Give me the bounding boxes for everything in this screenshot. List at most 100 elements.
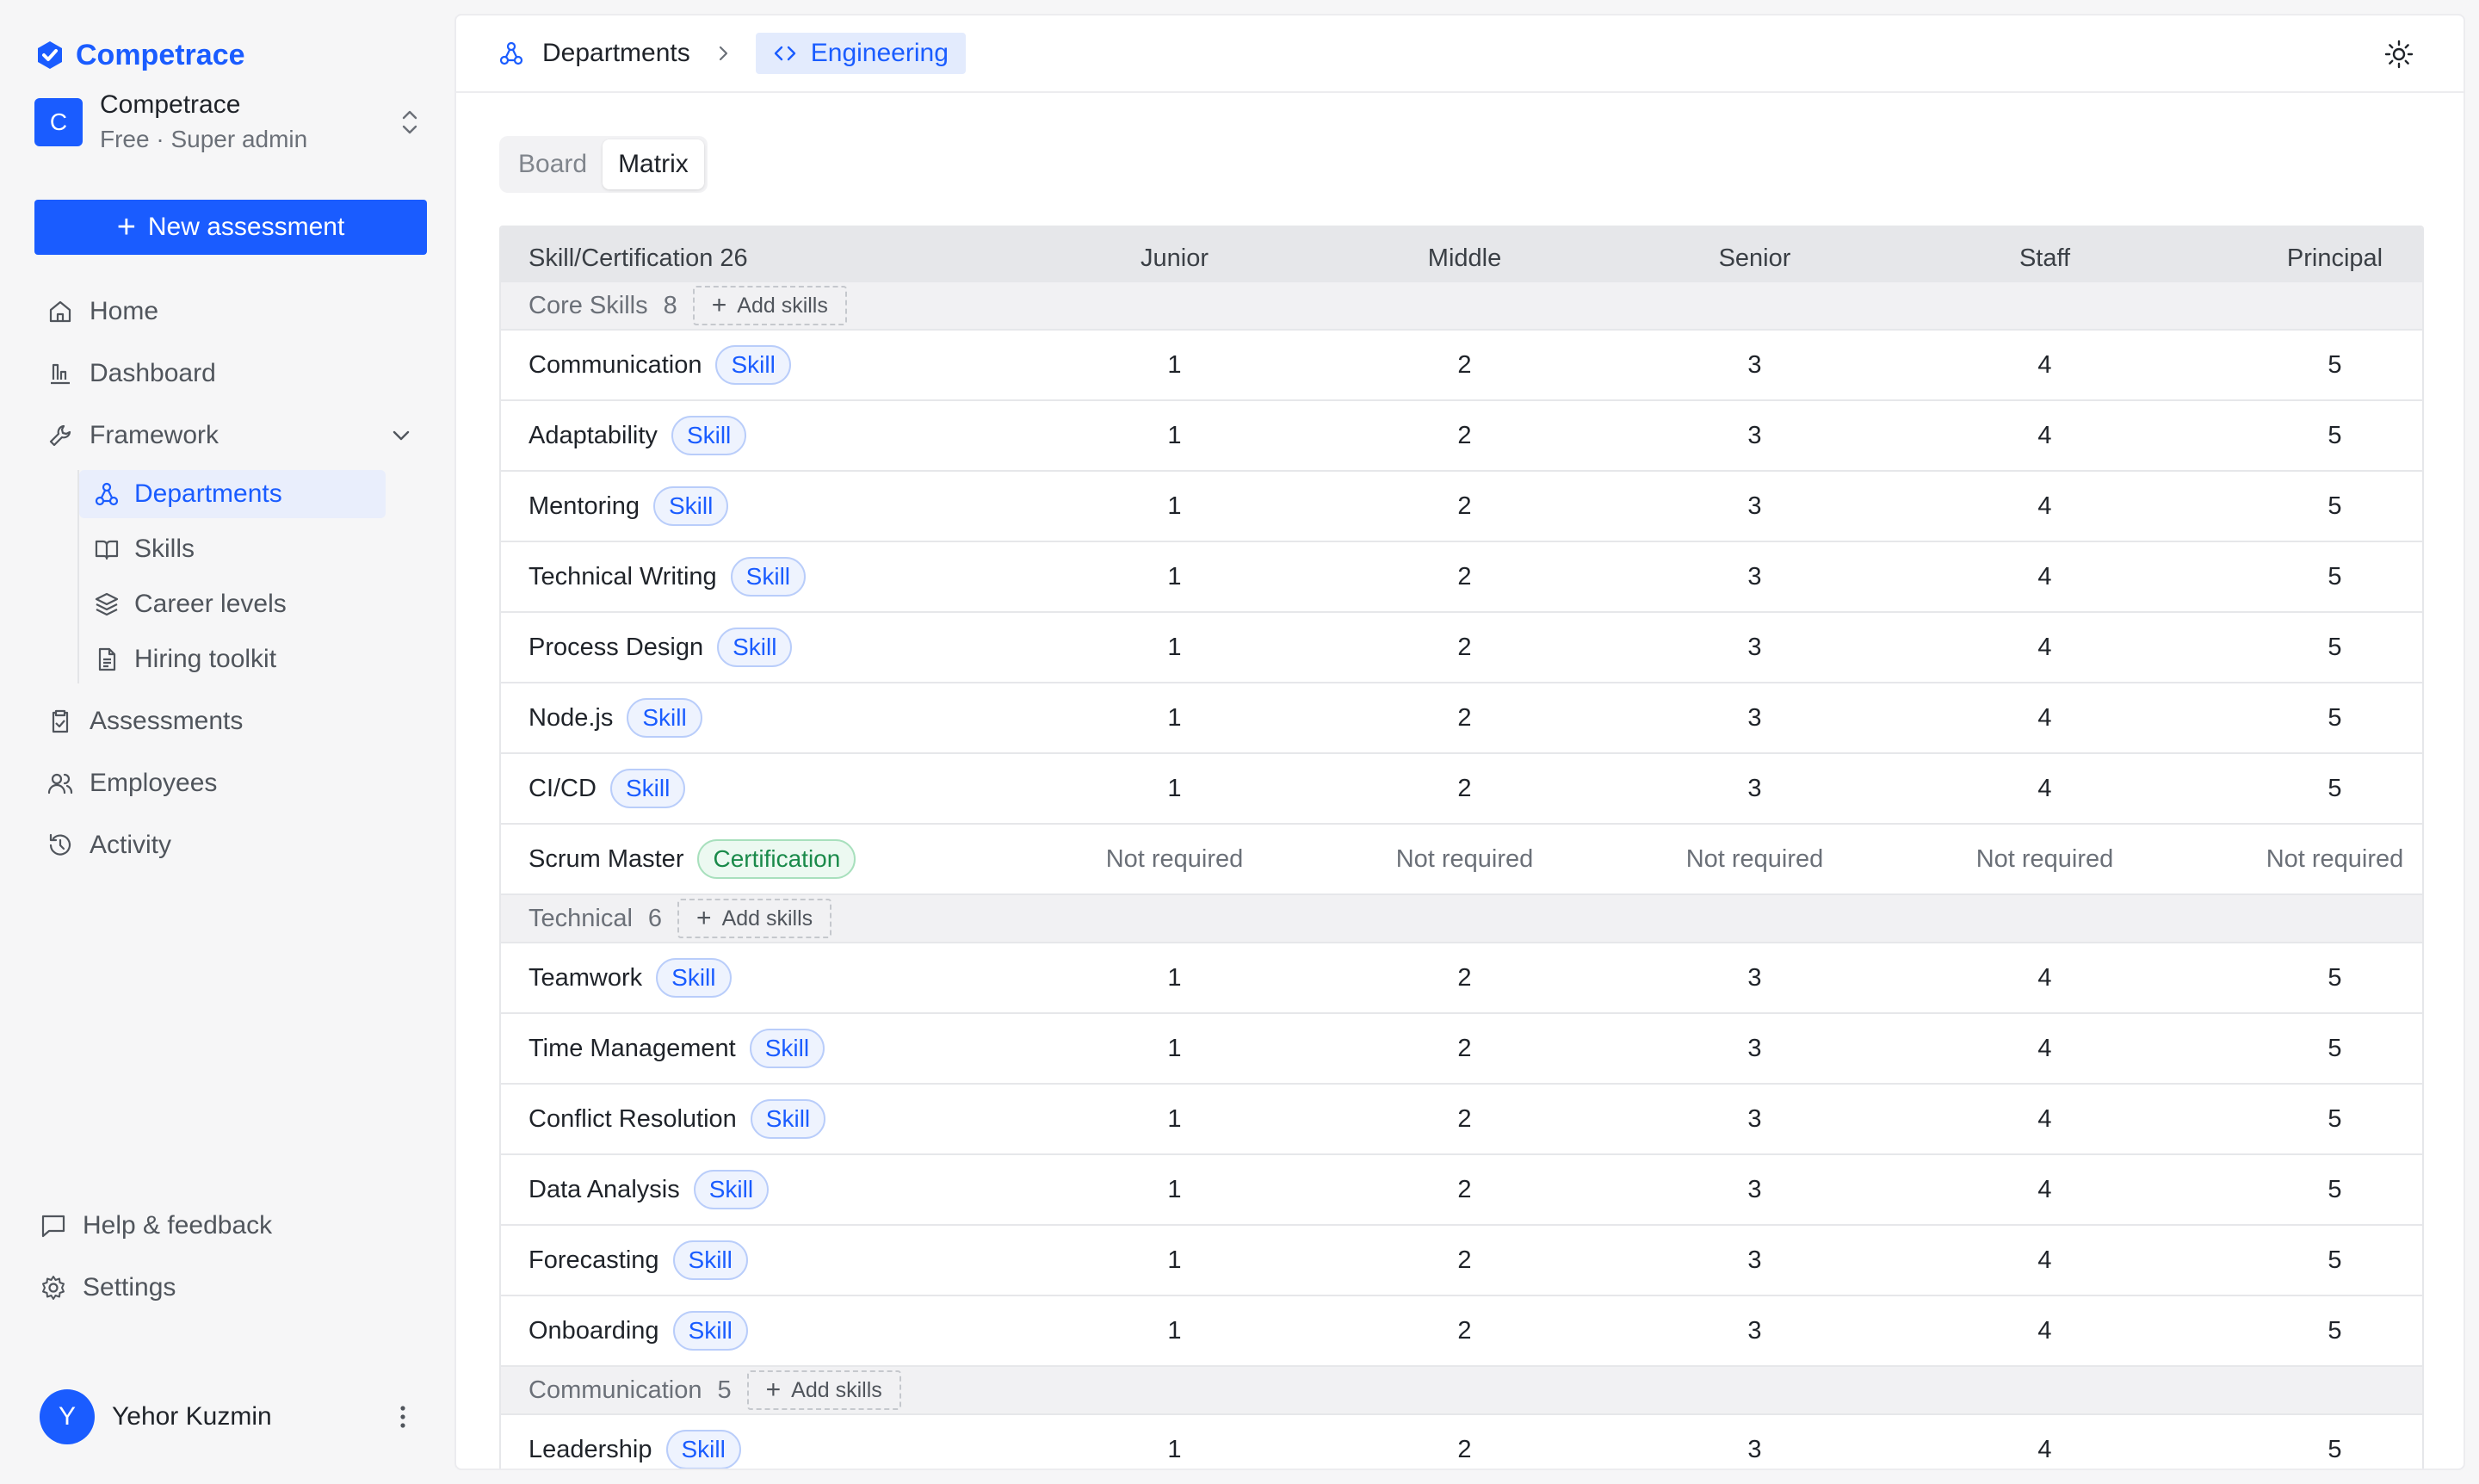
level-cell[interactable]: 5 [2190, 492, 2422, 521]
level-cell[interactable]: Not required [1320, 845, 1610, 874]
level-cell[interactable]: 4 [1900, 1317, 2190, 1345]
table-row[interactable]: Time Management Skill 1 2 3 4 5 [501, 1014, 2422, 1085]
table-row[interactable]: Leadership Skill 1 2 3 4 5 [501, 1415, 2422, 1469]
level-cell[interactable]: 3 [1610, 634, 1900, 662]
nav-item-framework[interactable]: Framework [34, 405, 427, 467]
level-cell[interactable]: 3 [1610, 1436, 1900, 1464]
user-profile[interactable]: Y Yehor Kuzmin [40, 1389, 410, 1444]
level-cell[interactable]: 1 [1029, 1176, 1320, 1204]
breadcrumb-departments[interactable]: Departments [542, 39, 690, 68]
level-cell[interactable]: 3 [1610, 775, 1900, 803]
org-switcher[interactable]: C Competrace Free · Super admin [34, 88, 423, 157]
level-cell[interactable]: 5 [2190, 964, 2422, 992]
level-cell[interactable]: 3 [1610, 1246, 1900, 1275]
level-cell[interactable]: 3 [1610, 964, 1900, 992]
level-cell[interactable]: Not required [2190, 845, 2422, 874]
level-cell[interactable]: 3 [1610, 1176, 1900, 1204]
level-cell[interactable]: 4 [1900, 1176, 2190, 1204]
level-cell[interactable]: 5 [2190, 422, 2422, 450]
table-row[interactable]: Process Design Skill 1 2 3 4 5 [501, 613, 2422, 683]
level-cell[interactable]: 1 [1029, 563, 1320, 591]
level-cell[interactable]: 4 [1900, 1105, 2190, 1134]
level-cell[interactable]: 1 [1029, 1105, 1320, 1134]
level-cell[interactable]: 1 [1029, 775, 1320, 803]
level-cell[interactable]: 2 [1320, 964, 1610, 992]
level-cell[interactable]: 5 [2190, 1105, 2422, 1134]
level-cell[interactable]: 3 [1610, 1035, 1900, 1063]
level-cell[interactable]: 1 [1029, 1317, 1320, 1345]
level-cell[interactable]: 1 [1029, 1246, 1320, 1275]
level-cell[interactable]: 3 [1610, 1105, 1900, 1134]
level-cell[interactable]: 1 [1029, 704, 1320, 733]
level-cell[interactable]: 1 [1029, 422, 1320, 450]
add-skills-button[interactable]: + Add skills [677, 899, 832, 938]
table-row[interactable]: Technical Writing Skill 1 2 3 4 5 [501, 542, 2422, 613]
tab-board[interactable]: Board [503, 139, 603, 189]
nav-item-skills[interactable]: Skills [79, 525, 386, 573]
level-cell[interactable]: 4 [1900, 1246, 2190, 1275]
nav-item-career-levels[interactable]: Career levels [79, 580, 386, 628]
level-cell[interactable]: 5 [2190, 351, 2422, 380]
tab-matrix[interactable]: Matrix [603, 139, 704, 189]
level-cell[interactable]: 5 [2190, 1436, 2422, 1464]
table-row[interactable]: Conflict Resolution Skill 1 2 3 4 5 [501, 1085, 2422, 1155]
nav-item-home[interactable]: Home [34, 281, 427, 343]
level-cell[interactable]: 4 [1900, 634, 2190, 662]
nav-item-help[interactable]: Help & feedback [28, 1195, 420, 1257]
level-cell[interactable]: 5 [2190, 704, 2422, 733]
level-cell[interactable]: 5 [2190, 1246, 2422, 1275]
nav-item-hiring-toolkit[interactable]: Hiring toolkit [79, 635, 386, 683]
level-cell[interactable]: 3 [1610, 351, 1900, 380]
nav-item-departments[interactable]: Departments [79, 470, 386, 518]
level-cell[interactable]: 1 [1029, 634, 1320, 662]
nav-item-activity[interactable]: Activity [34, 814, 427, 876]
level-cell[interactable]: 4 [1900, 775, 2190, 803]
level-cell[interactable]: 1 [1029, 964, 1320, 992]
level-cell[interactable]: 5 [2190, 775, 2422, 803]
level-cell[interactable]: 5 [2190, 563, 2422, 591]
breadcrumb-engineering[interactable]: Engineering [755, 33, 966, 74]
level-cell[interactable]: 4 [1900, 422, 2190, 450]
level-cell[interactable]: 2 [1320, 1176, 1610, 1204]
level-cell[interactable]: 2 [1320, 422, 1610, 450]
level-cell[interactable]: 3 [1610, 563, 1900, 591]
level-cell[interactable]: 2 [1320, 1436, 1610, 1464]
nav-item-dashboard[interactable]: Dashboard [34, 343, 427, 405]
table-row[interactable]: Node.js Skill 1 2 3 4 5 [501, 683, 2422, 754]
brand-logo[interactable]: Competrace [34, 34, 245, 76]
level-cell[interactable]: 1 [1029, 1035, 1320, 1063]
level-cell[interactable]: 1 [1029, 1436, 1320, 1464]
level-cell[interactable]: 4 [1900, 1436, 2190, 1464]
table-row[interactable]: Communication Skill 1 2 3 4 5 [501, 331, 2422, 401]
level-cell[interactable]: 1 [1029, 492, 1320, 521]
level-cell[interactable]: 2 [1320, 351, 1610, 380]
table-row[interactable]: Mentoring Skill 1 2 3 4 5 [501, 472, 2422, 542]
nav-item-settings[interactable]: Settings [28, 1257, 420, 1319]
add-skills-button[interactable]: + Add skills [692, 286, 847, 325]
level-cell[interactable]: 2 [1320, 1317, 1610, 1345]
level-cell[interactable]: 5 [2190, 634, 2422, 662]
level-cell[interactable]: 2 [1320, 492, 1610, 521]
level-cell[interactable]: 2 [1320, 634, 1610, 662]
chevron-down-icon[interactable] [389, 424, 413, 448]
level-cell[interactable]: 4 [1900, 1035, 2190, 1063]
table-row[interactable]: Forecasting Skill 1 2 3 4 5 [501, 1226, 2422, 1296]
level-cell[interactable]: 3 [1610, 492, 1900, 521]
level-cell[interactable]: 3 [1610, 704, 1900, 733]
level-cell[interactable]: 2 [1320, 1105, 1610, 1134]
new-assessment-button[interactable]: + New assessment [34, 200, 427, 255]
nav-item-assessments[interactable]: Assessments [34, 690, 427, 752]
level-cell[interactable]: 5 [2190, 1317, 2422, 1345]
level-cell[interactable]: 3 [1610, 422, 1900, 450]
level-cell[interactable]: 2 [1320, 1035, 1610, 1063]
level-cell[interactable]: 3 [1610, 1317, 1900, 1345]
level-cell[interactable]: Not required [1029, 845, 1320, 874]
level-cell[interactable]: 4 [1900, 964, 2190, 992]
level-cell[interactable]: 5 [2190, 1035, 2422, 1063]
table-row[interactable]: Teamwork Skill 1 2 3 4 5 [501, 943, 2422, 1014]
level-cell[interactable]: 4 [1900, 563, 2190, 591]
level-cell[interactable]: Not required [1900, 845, 2190, 874]
level-cell[interactable]: 4 [1900, 351, 2190, 380]
nav-item-employees[interactable]: Employees [34, 752, 427, 814]
more-vertical-icon[interactable] [396, 1401, 410, 1432]
